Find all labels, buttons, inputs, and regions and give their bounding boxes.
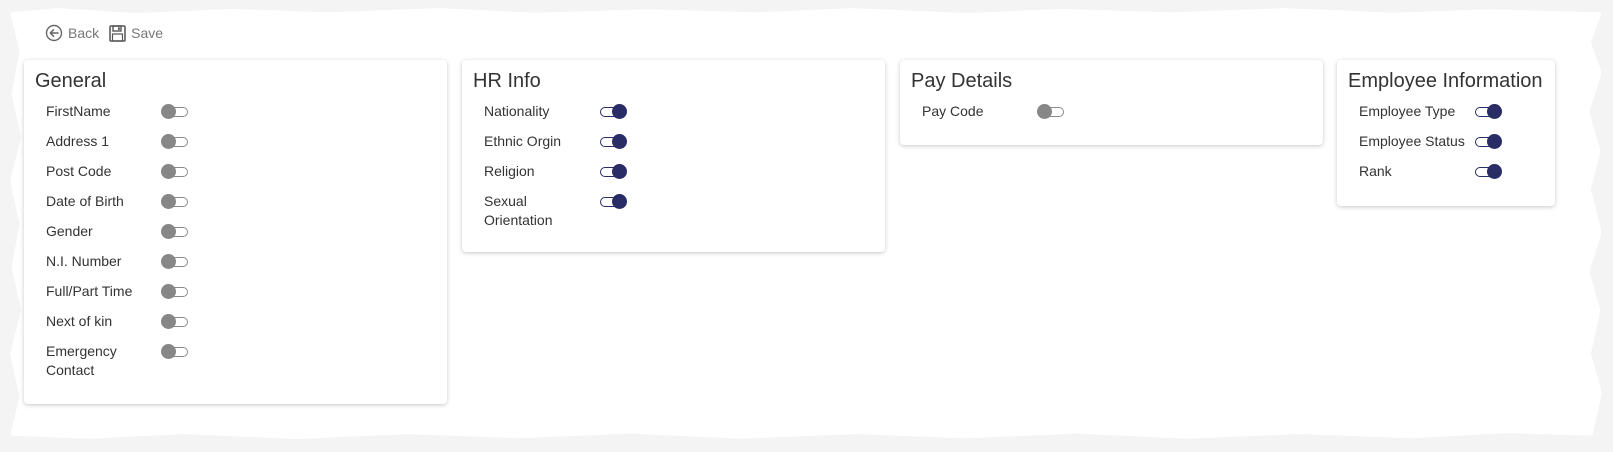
field-label: N.I. Number bbox=[46, 253, 122, 269]
card-title: Employee Information bbox=[1348, 70, 1543, 92]
field-label: Address 1 bbox=[46, 133, 110, 149]
field-toggle-switch[interactable] bbox=[1475, 134, 1502, 149]
field-toggle-switch[interactable] bbox=[600, 194, 627, 209]
card-title: HR Info bbox=[473, 70, 541, 92]
toggle-knob bbox=[1487, 104, 1502, 119]
toolbar: Back Save bbox=[45, 24, 163, 42]
toggle-knob bbox=[161, 254, 176, 269]
toggle-knob bbox=[612, 104, 627, 119]
field-label: Gender bbox=[46, 223, 93, 239]
field-toggle-switch[interactable] bbox=[1037, 104, 1064, 119]
toggle-knob bbox=[161, 134, 176, 149]
field-label: Next of kin bbox=[46, 313, 113, 329]
toggle-knob bbox=[1487, 134, 1502, 149]
field-label: Pay Code bbox=[922, 103, 984, 119]
field-label: Employee Type bbox=[1359, 103, 1456, 119]
field-toggle-switch[interactable] bbox=[600, 164, 627, 179]
field-label: Date of Birth bbox=[46, 193, 124, 209]
field-toggle-switch[interactable] bbox=[161, 314, 188, 329]
field-toggle-switch[interactable] bbox=[161, 344, 188, 359]
toggle-knob bbox=[1037, 104, 1052, 119]
back-label: Back bbox=[68, 25, 100, 41]
card-title: General bbox=[35, 70, 107, 92]
toggle-knob bbox=[161, 164, 176, 179]
field-toggle-switch[interactable] bbox=[161, 254, 188, 269]
field-toggle-switch[interactable] bbox=[161, 224, 188, 239]
field-label: Sexual Orientation bbox=[484, 193, 553, 228]
field-toggle-switch[interactable] bbox=[600, 134, 627, 149]
toggle-knob bbox=[612, 164, 627, 179]
field-toggle-switch[interactable] bbox=[161, 284, 188, 299]
floppy-disk-icon bbox=[109, 24, 126, 42]
back-button[interactable]: Back bbox=[45, 24, 99, 42]
toggle-knob bbox=[161, 194, 176, 209]
save-button[interactable]: Save bbox=[109, 24, 164, 42]
toggle-knob bbox=[161, 344, 176, 359]
toggle-knob bbox=[161, 314, 176, 329]
hr-info-card: HR Info Nationality Ethnic Orgin Religion S… bbox=[462, 60, 885, 252]
general-card: General FirstName Address 1 Post Code Date … bbox=[24, 60, 447, 404]
field-toggle-switch[interactable] bbox=[161, 134, 188, 149]
toggle-knob bbox=[612, 194, 627, 209]
field-label: Nationality bbox=[484, 103, 550, 119]
employee-information-card: Employee Information Employee Type Employ… bbox=[1337, 60, 1555, 206]
toggle-knob bbox=[161, 104, 176, 119]
field-label: Rank bbox=[1359, 163, 1392, 179]
field-toggle-switch[interactable] bbox=[161, 104, 188, 119]
field-label: Religion bbox=[484, 163, 535, 179]
field-toggle-switch[interactable] bbox=[161, 194, 188, 209]
card-title: Pay Details bbox=[911, 70, 1013, 92]
field-label: Employee Status bbox=[1359, 133, 1465, 149]
pay-details-card: Pay Details Pay Code bbox=[900, 60, 1323, 145]
save-label: Save bbox=[131, 25, 164, 41]
toggle-knob bbox=[161, 224, 176, 239]
field-label: Emergency Contact bbox=[46, 343, 117, 378]
field-toggle-switch[interactable] bbox=[600, 104, 627, 119]
field-label: Full/Part Time bbox=[46, 283, 133, 299]
field-toggle-switch[interactable] bbox=[1475, 164, 1502, 179]
field-label: Ethnic Orgin bbox=[484, 133, 562, 149]
toggle-knob bbox=[1487, 164, 1502, 179]
field-label: FirstName bbox=[46, 103, 111, 119]
toggle-knob bbox=[612, 134, 627, 149]
field-toggle-switch[interactable] bbox=[1475, 104, 1502, 119]
field-label: Post Code bbox=[46, 163, 112, 179]
toggle-knob bbox=[161, 284, 176, 299]
back-arrow-icon bbox=[45, 24, 63, 42]
field-toggle-switch[interactable] bbox=[161, 164, 188, 179]
